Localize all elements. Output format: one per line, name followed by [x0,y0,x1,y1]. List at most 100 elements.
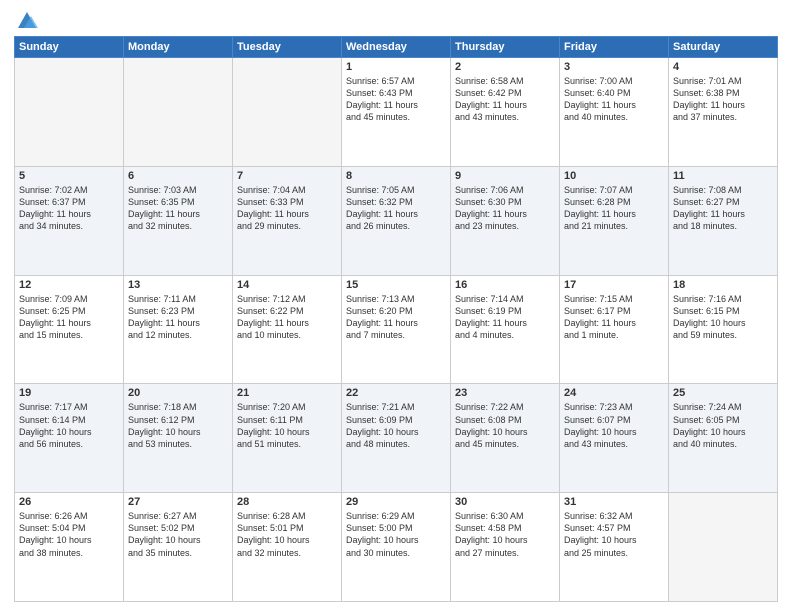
day-info: Sunrise: 6:29 AM Sunset: 5:00 PM Dayligh… [346,510,446,559]
calendar-cell [15,58,124,167]
day-info: Sunrise: 6:26 AM Sunset: 5:04 PM Dayligh… [19,510,119,559]
calendar-cell: 7 Sunrise: 7:04 AM Sunset: 6:33 PM Daylig… [233,166,342,275]
day-number: 25 [673,387,773,399]
day-number: 5 [19,170,119,182]
calendar-cell: 18 Sunrise: 7:16 AM Sunset: 6:15 PM Dayli… [669,275,778,384]
day-number: 26 [19,496,119,508]
calendar-table: SundayMondayTuesdayWednesdayThursdayFrid… [14,36,778,602]
day-number: 15 [346,279,446,291]
day-info: Sunrise: 7:24 AM Sunset: 6:05 PM Dayligh… [673,401,773,450]
day-number: 4 [673,61,773,73]
day-info: Sunrise: 6:58 AM Sunset: 6:42 PM Dayligh… [455,75,555,124]
calendar-week-4: 19 Sunrise: 7:17 AM Sunset: 6:14 PM Dayli… [15,384,778,493]
day-info: Sunrise: 7:05 AM Sunset: 6:32 PM Dayligh… [346,184,446,233]
calendar-cell: 26 Sunrise: 6:26 AM Sunset: 5:04 PM Dayli… [15,493,124,602]
calendar-cell: 1 Sunrise: 6:57 AM Sunset: 6:43 PM Daylig… [342,58,451,167]
weekday-header-tuesday: Tuesday [233,37,342,58]
page: SundayMondayTuesdayWednesdayThursdayFrid… [0,0,792,612]
calendar-week-3: 12 Sunrise: 7:09 AM Sunset: 6:25 PM Dayli… [15,275,778,384]
header [14,10,778,28]
weekday-header-wednesday: Wednesday [342,37,451,58]
day-number: 18 [673,279,773,291]
calendar-cell: 9 Sunrise: 7:06 AM Sunset: 6:30 PM Daylig… [451,166,560,275]
day-number: 21 [237,387,337,399]
day-info: Sunrise: 7:15 AM Sunset: 6:17 PM Dayligh… [564,293,664,342]
day-number: 9 [455,170,555,182]
calendar-cell: 13 Sunrise: 7:11 AM Sunset: 6:23 PM Dayli… [124,275,233,384]
calendar-week-1: 1 Sunrise: 6:57 AM Sunset: 6:43 PM Daylig… [15,58,778,167]
calendar-cell: 12 Sunrise: 7:09 AM Sunset: 6:25 PM Dayli… [15,275,124,384]
calendar-cell: 15 Sunrise: 7:13 AM Sunset: 6:20 PM Dayli… [342,275,451,384]
calendar-cell: 30 Sunrise: 6:30 AM Sunset: 4:58 PM Dayli… [451,493,560,602]
weekday-header-friday: Friday [560,37,669,58]
calendar-cell: 31 Sunrise: 6:32 AM Sunset: 4:57 PM Dayli… [560,493,669,602]
day-info: Sunrise: 7:09 AM Sunset: 6:25 PM Dayligh… [19,293,119,342]
day-info: Sunrise: 6:30 AM Sunset: 4:58 PM Dayligh… [455,510,555,559]
day-info: Sunrise: 6:27 AM Sunset: 5:02 PM Dayligh… [128,510,228,559]
day-info: Sunrise: 7:18 AM Sunset: 6:12 PM Dayligh… [128,401,228,450]
calendar-cell: 2 Sunrise: 6:58 AM Sunset: 6:42 PM Daylig… [451,58,560,167]
day-number: 19 [19,387,119,399]
logo [14,10,38,28]
calendar-cell: 23 Sunrise: 7:22 AM Sunset: 6:08 PM Dayli… [451,384,560,493]
calendar-cell: 24 Sunrise: 7:23 AM Sunset: 6:07 PM Dayli… [560,384,669,493]
day-number: 27 [128,496,228,508]
day-number: 6 [128,170,228,182]
day-number: 12 [19,279,119,291]
day-number: 7 [237,170,337,182]
calendar-cell: 28Sunrise: 6:28 AM Sunset: 5:01 PM Dayli… [233,493,342,602]
weekday-header-sunday: Sunday [15,37,124,58]
day-number: 13 [128,279,228,291]
day-info: Sunrise: 7:02 AM Sunset: 6:37 PM Dayligh… [19,184,119,233]
day-number: 28 [237,496,337,508]
calendar-cell: 25 Sunrise: 7:24 AM Sunset: 6:05 PM Dayli… [669,384,778,493]
calendar-cell: 29Sunrise: 6:29 AM Sunset: 5:00 PM Dayli… [342,493,451,602]
day-number: 17 [564,279,664,291]
day-info: Sunrise: 7:11 AM Sunset: 6:23 PM Dayligh… [128,293,228,342]
day-info: Sunrise: 7:03 AM Sunset: 6:35 PM Dayligh… [128,184,228,233]
day-number: 31 [564,496,664,508]
day-info: Sunrise: 7:06 AM Sunset: 6:30 PM Dayligh… [455,184,555,233]
calendar-cell: 10Sunrise: 7:07 AM Sunset: 6:28 PM Dayli… [560,166,669,275]
calendar-cell: 11Sunrise: 7:08 AM Sunset: 6:27 PM Dayli… [669,166,778,275]
day-info: Sunrise: 7:22 AM Sunset: 6:08 PM Dayligh… [455,401,555,450]
day-number: 30 [455,496,555,508]
calendar-cell: 22Sunrise: 7:21 AM Sunset: 6:09 PM Dayli… [342,384,451,493]
day-number: 8 [346,170,446,182]
day-number: 24 [564,387,664,399]
day-number: 23 [455,387,555,399]
calendar-cell: 5 Sunrise: 7:02 AM Sunset: 6:37 PM Daylig… [15,166,124,275]
calendar-cell: 19 Sunrise: 7:17 AM Sunset: 6:14 PM Dayli… [15,384,124,493]
day-info: Sunrise: 7:16 AM Sunset: 6:15 PM Dayligh… [673,293,773,342]
day-number: 2 [455,61,555,73]
day-info: Sunrise: 7:21 AM Sunset: 6:09 PM Dayligh… [346,401,446,450]
calendar-cell: 27 Sunrise: 6:27 AM Sunset: 5:02 PM Dayli… [124,493,233,602]
day-number: 3 [564,61,664,73]
day-info: Sunrise: 7:13 AM Sunset: 6:20 PM Dayligh… [346,293,446,342]
calendar-cell [124,58,233,167]
day-info: Sunrise: 7:12 AM Sunset: 6:22 PM Dayligh… [237,293,337,342]
weekday-header-thursday: Thursday [451,37,560,58]
calendar-cell [233,58,342,167]
day-number: 20 [128,387,228,399]
calendar-cell: 21Sunrise: 7:20 AM Sunset: 6:11 PM Dayli… [233,384,342,493]
calendar-cell: 17 Sunrise: 7:15 AM Sunset: 6:17 PM Dayli… [560,275,669,384]
day-number: 14 [237,279,337,291]
day-info: Sunrise: 7:04 AM Sunset: 6:33 PM Dayligh… [237,184,337,233]
calendar-cell: 14 Sunrise: 7:12 AM Sunset: 6:22 PM Dayli… [233,275,342,384]
day-number: 1 [346,61,446,73]
day-info: Sunrise: 7:23 AM Sunset: 6:07 PM Dayligh… [564,401,664,450]
weekday-header-monday: Monday [124,37,233,58]
day-number: 16 [455,279,555,291]
day-info: Sunrise: 6:32 AM Sunset: 4:57 PM Dayligh… [564,510,664,559]
calendar-cell: 16 Sunrise: 7:14 AM Sunset: 6:19 PM Dayli… [451,275,560,384]
calendar-week-2: 5 Sunrise: 7:02 AM Sunset: 6:37 PM Daylig… [15,166,778,275]
calendar-cell: 4 Sunrise: 7:01 AM Sunset: 6:38 PM Daylig… [669,58,778,167]
calendar-cell: 3Sunrise: 7:00 AM Sunset: 6:40 PM Daylig… [560,58,669,167]
day-number: 10 [564,170,664,182]
calendar-cell [669,493,778,602]
day-info: Sunrise: 6:57 AM Sunset: 6:43 PM Dayligh… [346,75,446,124]
day-info: Sunrise: 7:17 AM Sunset: 6:14 PM Dayligh… [19,401,119,450]
day-info: Sunrise: 7:01 AM Sunset: 6:38 PM Dayligh… [673,75,773,124]
day-info: Sunrise: 7:14 AM Sunset: 6:19 PM Dayligh… [455,293,555,342]
